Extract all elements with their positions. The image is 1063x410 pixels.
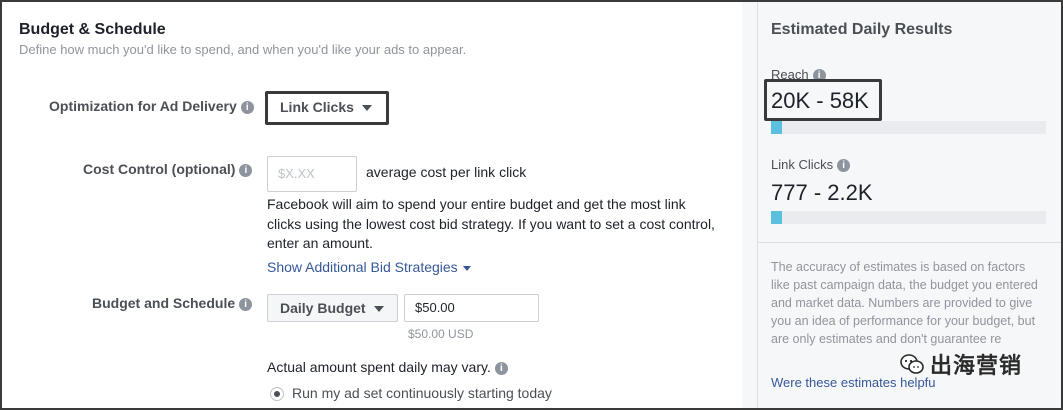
link-clicks-value: 777 - 2.2K (771, 180, 873, 205)
budget-schedule-section: Budget & Schedule Define how much you'd … (2, 2, 742, 408)
optimization-label: Optimization for Ad Delivery (49, 98, 237, 114)
info-icon[interactable]: i (837, 159, 851, 173)
chevron-down-icon (373, 306, 384, 313)
schedule-continuous-radio[interactable] (270, 387, 284, 401)
cost-control-suffix: average cost per link click (366, 164, 527, 180)
estimates-disclaimer: The accuracy of estimates is based on fa… (771, 260, 1038, 346)
chevron-down-icon (361, 105, 372, 112)
estimated-results-title: Estimated Daily Results (771, 21, 953, 38)
vary-note: Actual amount spent daily may vary. (267, 359, 491, 375)
ad-set-budget-panel: Budget & Schedule Define how much you'd … (0, 0, 1063, 410)
budget-type-value: Daily Budget (280, 300, 366, 316)
optimization-dropdown[interactable]: Link Clicks (268, 94, 386, 122)
link-clicks-bar (771, 211, 1046, 224)
show-bid-strategies-link[interactable]: Show Additional Bid Strategies (267, 259, 471, 275)
link-clicks-label-row: Link Clicks i (771, 157, 851, 173)
info-icon[interactable]: i (494, 361, 508, 375)
divider (758, 242, 1061, 243)
budget-schedule-label: Budget and Schedule (92, 295, 236, 311)
cost-control-label-row: Cost Control (optional) i (83, 161, 253, 177)
info-icon[interactable]: i (239, 163, 253, 177)
watermark: 出海营销 (900, 348, 1022, 380)
chevron-down-icon (462, 265, 471, 271)
watermark-text: 出海营销 (930, 353, 1023, 378)
section-title: Budget & Schedule (19, 21, 166, 38)
wechat-icon (900, 354, 924, 374)
optimization-label-row: Optimization for Ad Delivery i (49, 98, 254, 114)
reach-bar (771, 121, 1046, 134)
cost-control-label: Cost Control (optional) (83, 161, 236, 177)
cost-control-input[interactable]: $X.XX (267, 156, 357, 192)
budget-amount-input[interactable]: $50.00 (404, 294, 539, 322)
budget-amount-note: $50.00 USD (408, 327, 474, 341)
show-bid-strategies-label: Show Additional Bid Strategies (267, 259, 458, 275)
reach-bar-fill (771, 121, 782, 134)
optimization-value: Link Clicks (280, 99, 354, 115)
info-icon[interactable]: i (240, 100, 254, 114)
cost-control-description: Facebook will aim to spend your entire b… (267, 196, 715, 251)
budget-type-dropdown[interactable]: Daily Budget (267, 294, 398, 322)
budget-schedule-label-row: Budget and Schedule i (92, 295, 253, 311)
vary-note-row: Actual amount spent daily may vary. i (267, 359, 508, 375)
link-clicks-bar-fill (771, 211, 782, 224)
info-icon[interactable]: i (239, 297, 253, 311)
link-clicks-label: Link Clicks (771, 157, 834, 172)
reach-value: 20K - 58K (771, 88, 869, 113)
schedule-continuous-label: Run my ad set continuously starting toda… (292, 385, 552, 401)
section-subtitle: Define how much you'd like to spend, and… (19, 42, 467, 57)
